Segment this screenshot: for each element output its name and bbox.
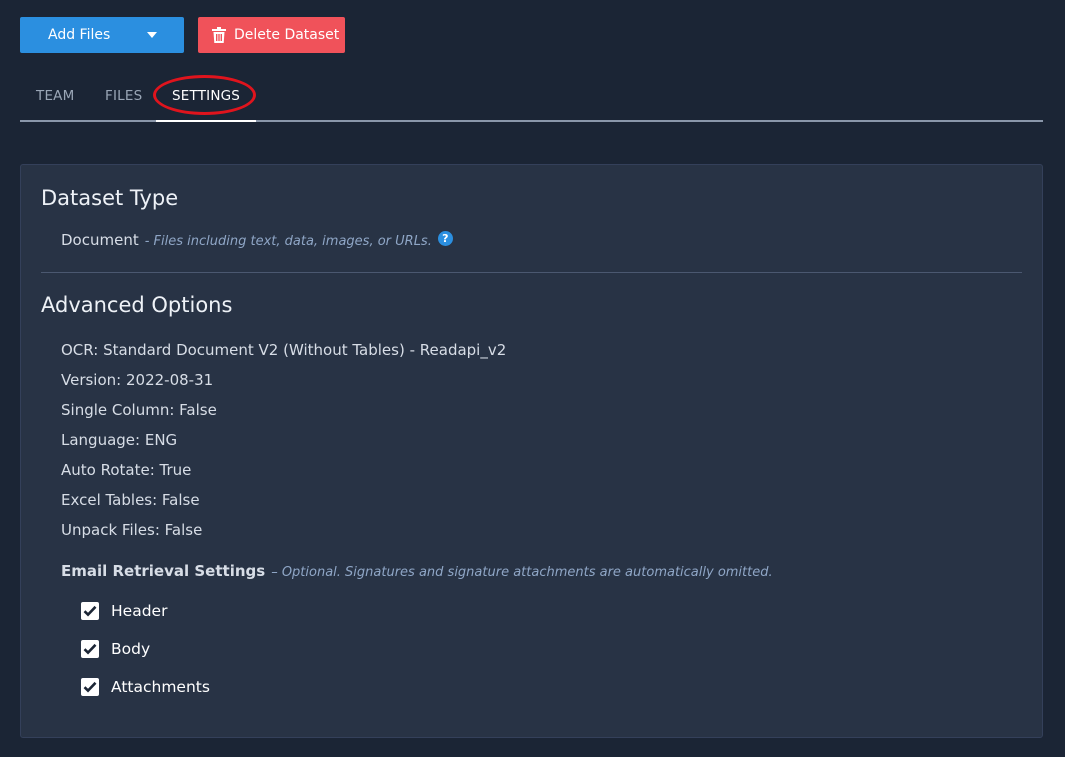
advanced-options-heading: Advanced Options bbox=[41, 293, 233, 317]
dataset-type-heading: Dataset Type bbox=[41, 186, 179, 210]
tab-settings[interactable]: SETTINGS bbox=[155, 76, 257, 122]
dataset-type-line: Document - Files including text, data, i… bbox=[61, 231, 453, 249]
option-language: Language: ENG bbox=[61, 431, 178, 449]
email-retrieval-label: Email Retrieval Settings bbox=[61, 562, 266, 580]
dataset-type-name: Document bbox=[61, 231, 139, 249]
checkbox-label-header: Header bbox=[111, 602, 168, 620]
tab-bar: TEAM FILES SETTINGS bbox=[20, 75, 1043, 122]
delete-dataset-label: Delete Dataset bbox=[234, 27, 340, 43]
add-files-label: Add Files bbox=[48, 27, 111, 43]
delete-dataset-button[interactable]: Delete Dataset bbox=[198, 17, 345, 53]
divider bbox=[41, 272, 1022, 273]
check-icon bbox=[83, 681, 97, 693]
check-icon bbox=[83, 643, 97, 655]
option-auto-rotate: Auto Rotate: True bbox=[61, 461, 192, 479]
help-icon[interactable]: ? bbox=[437, 231, 453, 246]
settings-card: Dataset Type Document - Files including … bbox=[20, 164, 1043, 738]
checkbox-body[interactable] bbox=[81, 640, 99, 658]
dataset-type-description: - Files including text, data, images, or… bbox=[144, 234, 432, 249]
trash-icon bbox=[212, 27, 226, 43]
option-excel-tables: Excel Tables: False bbox=[61, 491, 200, 509]
checkbox-row-attachments[interactable]: Attachments bbox=[81, 678, 210, 696]
checkbox-row-header[interactable]: Header bbox=[81, 602, 167, 620]
tab-team[interactable]: TEAM bbox=[36, 76, 74, 120]
add-files-button[interactable]: Add Files bbox=[20, 17, 184, 53]
check-icon bbox=[83, 605, 97, 617]
email-retrieval-description: – Optional. Signatures and signature att… bbox=[271, 565, 773, 580]
toolbar: Add Files Delete Dataset bbox=[20, 17, 345, 53]
checkbox-attachments[interactable] bbox=[81, 678, 99, 696]
checkbox-label-attachments: Attachments bbox=[111, 678, 210, 696]
checkbox-label-body: Body bbox=[111, 640, 151, 658]
email-retrieval-line: Email Retrieval Settings – Optional. Sig… bbox=[61, 562, 773, 580]
checkbox-row-body[interactable]: Body bbox=[81, 640, 150, 658]
checkbox-header[interactable] bbox=[81, 602, 99, 620]
chevron-down-icon[interactable] bbox=[147, 32, 157, 38]
option-ocr: OCR: Standard Document V2 (Without Table… bbox=[61, 341, 507, 359]
option-unpack-files: Unpack Files: False bbox=[61, 521, 203, 539]
option-version: Version: 2022-08-31 bbox=[61, 371, 214, 389]
tab-files[interactable]: FILES bbox=[105, 76, 142, 120]
option-single-column: Single Column: False bbox=[61, 401, 217, 419]
